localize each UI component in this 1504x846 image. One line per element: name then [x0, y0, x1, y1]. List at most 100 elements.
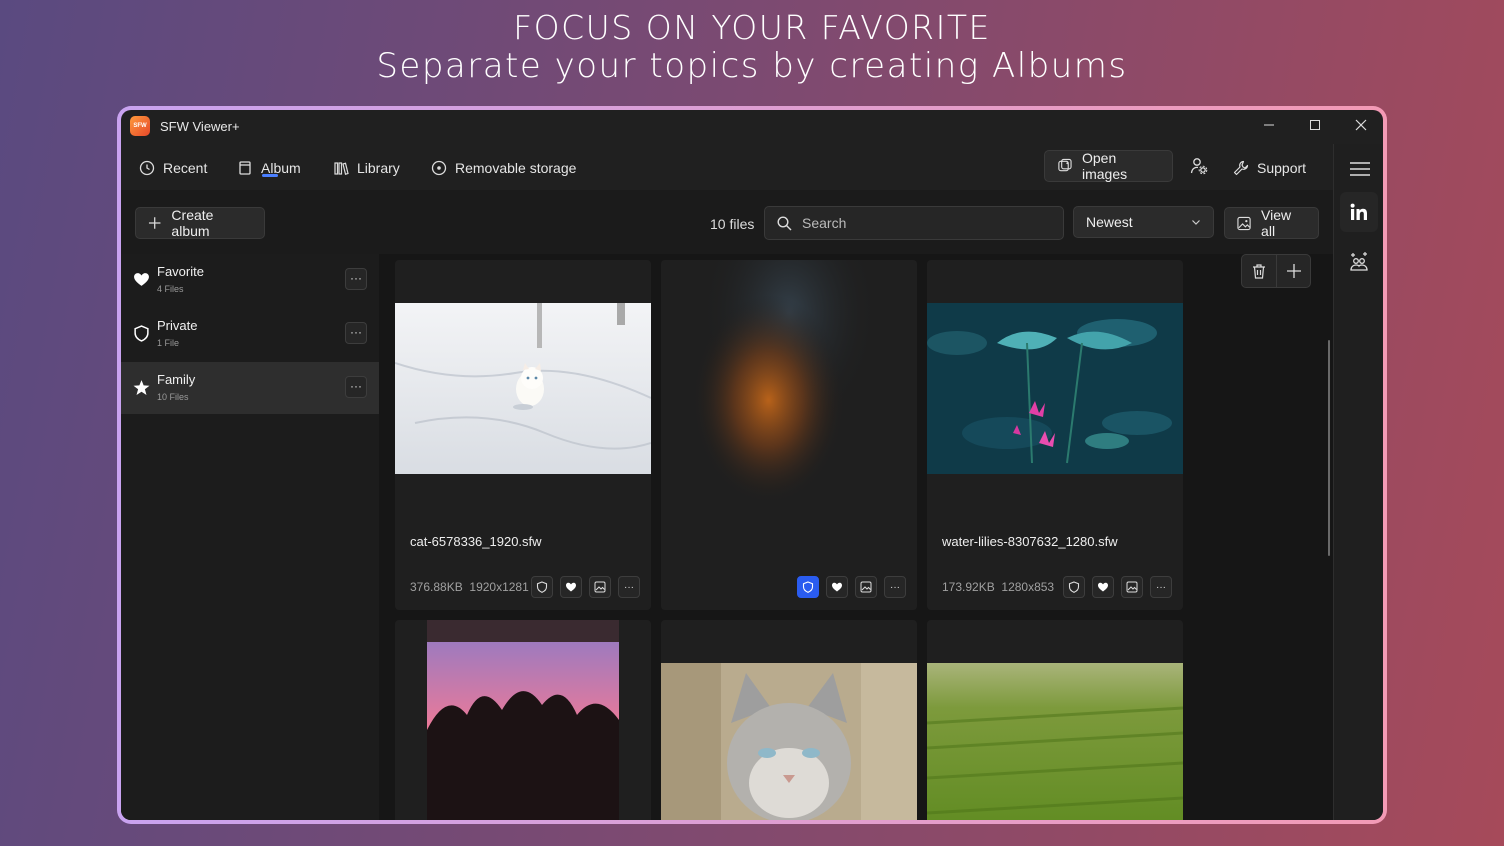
shield-icon [1068, 581, 1080, 593]
more-options-button[interactable]: ··· [884, 576, 906, 598]
image-card[interactable] [661, 620, 917, 820]
app-logo: SFW [130, 116, 150, 136]
album-more-button[interactable]: ··· [345, 376, 367, 398]
image-icon [1126, 581, 1138, 593]
album-name: Favorite [157, 264, 204, 279]
grid-actions [1241, 254, 1311, 288]
content-area: Create album 10 files Search Newest View… [121, 190, 1333, 820]
set-wallpaper-button[interactable] [589, 576, 611, 598]
shield-icon [802, 581, 814, 593]
more-options-button[interactable]: ··· [618, 576, 640, 598]
nav-removable-storage[interactable]: Removable storage [431, 158, 576, 178]
gray-cat-thumbnail [661, 663, 917, 820]
image-card[interactable]: water-lilies-8307632_1280.sfw 173.92KB 1… [927, 260, 1183, 610]
image-card[interactable] [927, 620, 1183, 820]
album-icon [239, 161, 251, 175]
nav-recent-label: Recent [163, 160, 208, 176]
image-dims: 1280x853 [1001, 580, 1055, 594]
promo-subheadline: Separate your topics by creating Albums [376, 46, 1128, 86]
maximize-icon [1310, 120, 1320, 130]
search-icon [777, 215, 792, 230]
delete-button[interactable] [1242, 255, 1277, 287]
promo-headline: FOCUS ON YOUR FAVORITE [513, 8, 991, 47]
album-count: 10 Files [157, 392, 189, 402]
grass-field-thumbnail [927, 663, 1183, 820]
snow-cat-thumbnail [395, 303, 651, 474]
image-icon [860, 581, 872, 593]
private-toggle[interactable] [531, 576, 553, 598]
right-rail [1333, 144, 1383, 820]
disc-icon [431, 160, 447, 176]
plus-icon [148, 217, 161, 229]
user-settings-icon [1190, 158, 1208, 175]
image-card[interactable]: cat-6578336_1920.sfw 376.88KB 1920x1281 … [395, 260, 651, 610]
star-icon [133, 380, 150, 395]
image-icon [594, 581, 606, 593]
nav-recent[interactable]: Recent [139, 158, 207, 178]
search-placeholder: Search [802, 215, 847, 231]
image-meta: 376.88KB 1920x1281 [410, 580, 529, 594]
favorite-toggle[interactable] [826, 576, 848, 598]
set-wallpaper-button[interactable] [1121, 576, 1143, 598]
sort-dropdown[interactable]: Newest [1073, 206, 1214, 238]
people-sparkle-icon [1350, 252, 1368, 271]
image-filename: water-lilies-8307632_1280.sfw [942, 534, 1118, 549]
open-images-button[interactable]: Open images [1044, 150, 1173, 182]
image-grid: cat-6578336_1920.sfw 376.88KB 1920x1281 … [379, 254, 1333, 820]
shield-icon [536, 581, 548, 593]
create-album-button[interactable]: Create album [135, 207, 265, 239]
shield-icon [134, 325, 149, 342]
active-tab-indicator [262, 174, 278, 177]
heart-icon [566, 582, 576, 592]
search-input[interactable]: Search [764, 206, 1064, 240]
support-button[interactable]: Support [1233, 158, 1306, 178]
image-size: 173.92KB [942, 580, 995, 594]
nav-removable-label: Removable storage [455, 160, 577, 176]
heart-icon [1098, 582, 1108, 592]
menu-button[interactable] [1347, 156, 1373, 182]
view-all-label: View all [1261, 207, 1292, 239]
private-toggle[interactable] [1063, 576, 1085, 598]
album-family[interactable]: Family 10 Files ··· [121, 362, 379, 414]
linkedin-icon [1350, 203, 1367, 220]
album-more-button[interactable]: ··· [345, 268, 367, 290]
private-toggle-active[interactable] [797, 576, 819, 598]
view-all-button[interactable]: View all [1224, 207, 1319, 239]
close-button[interactable] [1341, 114, 1381, 138]
chevron-down-icon [1192, 220, 1200, 225]
grid-scrollbar[interactable] [1328, 340, 1330, 556]
album-favorite[interactable]: Favorite 4 Files ··· [121, 254, 379, 306]
album-private[interactable]: Private 1 File ··· [121, 308, 379, 360]
favorite-toggle[interactable] [560, 576, 582, 598]
app-title: SFW Viewer+ [160, 119, 240, 134]
maximize-button[interactable] [1295, 114, 1335, 138]
wrench-icon [1233, 160, 1249, 176]
sunset-trees-thumbnail [427, 620, 619, 820]
album-count: 4 Files [157, 284, 184, 294]
favorite-toggle[interactable] [1092, 576, 1114, 598]
add-image-button[interactable] [1277, 255, 1311, 287]
album-name: Private [157, 318, 198, 333]
images-icon [1058, 158, 1072, 172]
account-settings-button[interactable] [1185, 152, 1213, 180]
image-card-private[interactable]: ··· [661, 260, 917, 610]
sort-value: Newest [1086, 214, 1133, 230]
close-icon [1355, 119, 1367, 131]
linkedin-button[interactable] [1340, 192, 1378, 232]
minimize-button[interactable] [1249, 114, 1289, 138]
image-card[interactable] [395, 620, 651, 820]
set-wallpaper-button[interactable] [855, 576, 877, 598]
nav-library[interactable]: Library [333, 158, 400, 178]
hamburger-icon [1350, 162, 1370, 176]
nav-bar: Recent Album Library Removable storage O… [121, 144, 1333, 190]
library-icon [334, 162, 349, 175]
community-button[interactable] [1345, 248, 1373, 276]
app-window: SFW SFW Viewer+ Recent Album Library Rem… [121, 110, 1383, 820]
heart-icon [134, 273, 149, 286]
plus-icon [1287, 264, 1301, 278]
create-album-label: Create album [171, 207, 214, 239]
image-icon [1237, 216, 1251, 230]
more-options-button[interactable]: ··· [1150, 576, 1172, 598]
open-images-label: Open images [1081, 150, 1128, 182]
album-more-button[interactable]: ··· [345, 322, 367, 344]
